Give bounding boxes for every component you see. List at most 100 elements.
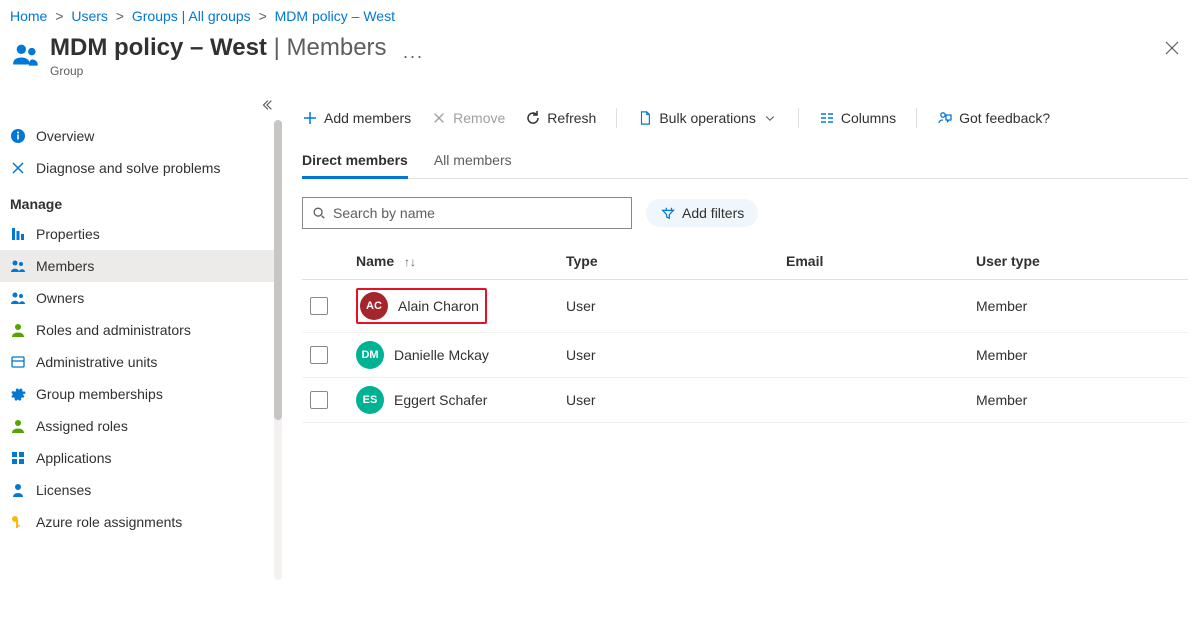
breadcrumb: Home > Users > Groups | All groups > MDM… bbox=[0, 0, 1200, 30]
members-table: Name ↑↓ Type Email User type ACAlain Cha… bbox=[302, 243, 1188, 423]
sidebar: Overview Diagnose and solve problems Man… bbox=[0, 92, 280, 620]
member-usertype: Member bbox=[968, 378, 1188, 423]
chevron-down-icon bbox=[762, 110, 778, 126]
properties-icon bbox=[10, 226, 26, 242]
tabs: Direct members All members bbox=[302, 146, 1188, 179]
page-subtitle: Group bbox=[50, 64, 387, 78]
member-usertype: Member bbox=[968, 333, 1188, 378]
sidebar-item-admin-units[interactable]: Administrative units bbox=[0, 346, 280, 378]
col-email[interactable]: Email bbox=[778, 243, 968, 280]
sidebar-item-label: Overview bbox=[36, 128, 94, 144]
refresh-button[interactable]: Refresh bbox=[525, 110, 596, 126]
title-light: | Members bbox=[267, 34, 387, 61]
sidebar-item-diagnose[interactable]: Diagnose and solve problems bbox=[0, 152, 280, 184]
sidebar-item-group-memberships[interactable]: Group memberships bbox=[0, 378, 280, 410]
columns-button[interactable]: Columns bbox=[819, 110, 896, 126]
col-name[interactable]: Name ↑↓ bbox=[348, 243, 558, 280]
sidebar-item-label: Members bbox=[36, 258, 94, 274]
key-icon bbox=[10, 514, 26, 530]
sidebar-item-label: Roles and administrators bbox=[36, 322, 191, 338]
member-name: Danielle Mckay bbox=[394, 347, 489, 363]
licenses-icon bbox=[10, 482, 26, 498]
row-checkbox[interactable] bbox=[310, 346, 328, 364]
collapse-sidebar-button[interactable] bbox=[260, 98, 274, 115]
sidebar-item-label: Properties bbox=[36, 226, 100, 242]
sidebar-item-licenses[interactable]: Licenses bbox=[0, 474, 280, 506]
toolbar-separator bbox=[916, 108, 917, 128]
col-checkbox bbox=[302, 243, 348, 280]
add-filters-label: Add filters bbox=[682, 205, 744, 221]
tab-all-members[interactable]: All members bbox=[434, 146, 512, 178]
sort-icon: ↑↓ bbox=[404, 255, 416, 269]
roles-icon bbox=[10, 322, 26, 338]
col-name-label: Name bbox=[356, 253, 394, 269]
table-row[interactable]: DM Danielle Mckay User Member bbox=[302, 333, 1188, 378]
member-type: User bbox=[558, 378, 778, 423]
add-filters-button[interactable]: Add filters bbox=[646, 199, 758, 227]
sidebar-item-owners[interactable]: Owners bbox=[0, 282, 280, 314]
gear-icon bbox=[10, 386, 26, 402]
x-icon bbox=[431, 110, 447, 126]
toolbar-label: Refresh bbox=[547, 110, 596, 126]
search-icon bbox=[311, 205, 327, 221]
sidebar-item-assigned-roles[interactable]: Assigned roles bbox=[0, 410, 280, 442]
toolbar-separator bbox=[616, 108, 617, 128]
title-strong: MDM policy – West bbox=[50, 34, 267, 61]
name-cell[interactable]: ACAlain Charon bbox=[356, 288, 550, 324]
feedback-icon bbox=[937, 110, 953, 126]
breadcrumb-groups[interactable]: Groups | All groups bbox=[132, 8, 251, 24]
member-type: User bbox=[558, 333, 778, 378]
sidebar-item-overview[interactable]: Overview bbox=[0, 120, 280, 152]
col-usertype[interactable]: User type bbox=[968, 243, 1188, 280]
feedback-button[interactable]: Got feedback? bbox=[937, 110, 1050, 126]
sidebar-item-azure-roles[interactable]: Azure role assignments bbox=[0, 506, 280, 538]
avatar: DM bbox=[356, 341, 384, 369]
breadcrumb-current[interactable]: MDM policy – West bbox=[275, 8, 395, 24]
sidebar-item-label: Group memberships bbox=[36, 386, 163, 402]
more-actions-button[interactable]: ··· bbox=[403, 46, 424, 67]
member-name: Eggert Schafer bbox=[394, 392, 487, 408]
breadcrumb-users[interactable]: Users bbox=[71, 8, 108, 24]
search-box[interactable] bbox=[302, 197, 632, 229]
sidebar-item-properties[interactable]: Properties bbox=[0, 218, 280, 250]
assigned-roles-icon bbox=[10, 418, 26, 434]
tab-direct-members[interactable]: Direct members bbox=[302, 146, 408, 178]
search-input[interactable] bbox=[333, 205, 623, 221]
col-type[interactable]: Type bbox=[558, 243, 778, 280]
table-row[interactable]: ACAlain Charon User Member bbox=[302, 280, 1188, 333]
avatar: AC bbox=[360, 292, 388, 320]
breadcrumb-sep: > bbox=[259, 8, 267, 24]
page-header: MDM policy – West | Members Group ··· bbox=[0, 30, 1200, 92]
name-cell[interactable]: ESEggert Schafer bbox=[356, 386, 550, 414]
sidebar-item-members[interactable]: Members bbox=[0, 250, 280, 282]
sidebar-item-label: Azure role assignments bbox=[36, 514, 182, 530]
page-title: MDM policy – West | Members bbox=[50, 34, 387, 62]
toolbar-label: Bulk operations bbox=[659, 110, 756, 126]
sidebar-item-label: Assigned roles bbox=[36, 418, 128, 434]
member-email bbox=[778, 280, 968, 333]
toolbar: Add members Remove Refresh Bulk operatio… bbox=[302, 102, 1188, 140]
add-members-button[interactable]: Add members bbox=[302, 110, 411, 126]
toolbar-label: Add members bbox=[324, 110, 411, 126]
file-icon bbox=[637, 110, 653, 126]
breadcrumb-home[interactable]: Home bbox=[10, 8, 47, 24]
breadcrumb-sep: > bbox=[116, 8, 124, 24]
sidebar-item-roles-admins[interactable]: Roles and administrators bbox=[0, 314, 280, 346]
row-checkbox[interactable] bbox=[310, 297, 328, 315]
sidebar-item-applications[interactable]: Applications bbox=[0, 442, 280, 474]
sidebar-item-label: Owners bbox=[36, 290, 84, 306]
sidebar-item-label: Applications bbox=[36, 450, 112, 466]
remove-button: Remove bbox=[431, 110, 505, 126]
sidebar-item-label: Diagnose and solve problems bbox=[36, 160, 220, 176]
diagnose-icon bbox=[10, 160, 26, 176]
table-row[interactable]: ESEggert Schafer User Member bbox=[302, 378, 1188, 423]
sidebar-item-label: Licenses bbox=[36, 482, 91, 498]
toolbar-label: Remove bbox=[453, 110, 505, 126]
member-usertype: Member bbox=[968, 280, 1188, 333]
name-cell[interactable]: DM Danielle Mckay bbox=[356, 341, 550, 369]
row-checkbox[interactable] bbox=[310, 391, 328, 409]
admin-units-icon bbox=[10, 354, 26, 370]
members-icon bbox=[10, 258, 26, 274]
bulk-operations-button[interactable]: Bulk operations bbox=[637, 110, 778, 126]
close-button[interactable] bbox=[1164, 40, 1180, 61]
